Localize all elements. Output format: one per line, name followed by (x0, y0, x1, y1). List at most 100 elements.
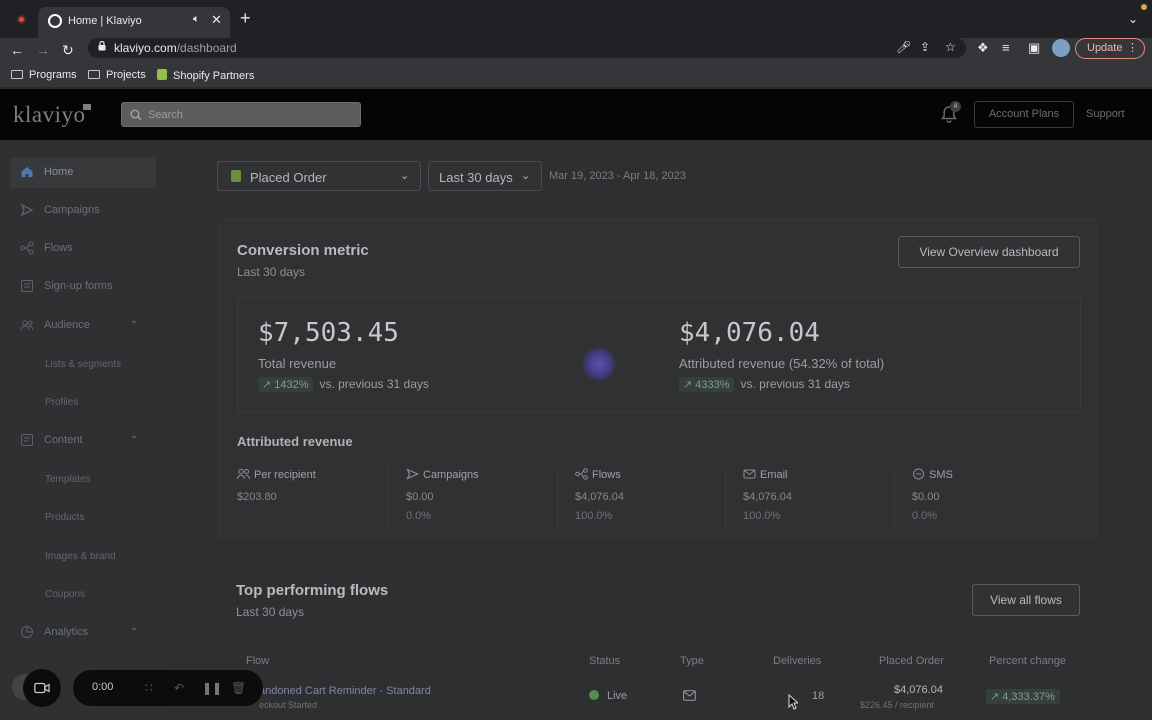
sidebar-item-templates[interactable]: Templates (45, 474, 91, 485)
metric-percent: 0.0% (912, 510, 938, 522)
metric-percent: 100.0% (743, 510, 781, 522)
sidebar-item-lists-segments[interactable]: Lists & segments (45, 359, 121, 370)
attributed-revenue-label: Attributed revenue (54.32% of total) (679, 356, 885, 371)
metric-per-recipient: Per recipient $203.80 (237, 468, 397, 538)
metric-label: Email (743, 468, 788, 481)
pause-icon[interactable]: ❚❚ (202, 681, 222, 695)
sidebar-item-analytics[interactable]: Analytics ⌃ (0, 618, 165, 648)
collapse-chevron-icon[interactable]: ⌃ (130, 627, 138, 638)
revenue-summary: $7,503.45 Total revenue ↗ 1432% vs. previo… (237, 297, 1081, 413)
bookmark-programs[interactable]: Programs (11, 69, 77, 81)
share-icon[interactable]: ⇪ (920, 40, 930, 54)
sidebar-item-label: Analytics (44, 626, 89, 638)
sidebar-item-label: Campaigns (44, 204, 100, 216)
total-revenue-delta: ↗ 1432% vs. previous 31 days (258, 377, 429, 392)
column-header-type[interactable]: Type (680, 655, 704, 667)
flow-status: Live (589, 690, 627, 702)
metric-label-text: Per recipient (254, 469, 316, 481)
recorder-camera-button[interactable] (23, 669, 61, 707)
main-content: Placed Order ⌄ Last 30 days ⌄ Mar 19, 20… (165, 140, 1152, 720)
metric-email: Email $4,076.04 100.0% (743, 468, 903, 538)
side-panel-icon[interactable]: ▣ (1028, 40, 1040, 56)
trend-up-icon: ↗ (990, 691, 1000, 703)
change-value: 4,333.37% (1002, 691, 1055, 703)
folder-icon (88, 70, 100, 79)
period-dropdown[interactable]: Last 30 days ⌄ (428, 161, 542, 191)
tab-search-chevron-icon[interactable]: ⌄ (1128, 12, 1138, 26)
search-input[interactable]: Search (121, 102, 361, 127)
url-host: klaviyo.com (114, 41, 177, 55)
back-arrow-icon[interactable]: ← (10, 40, 24, 60)
sidebar-item-label: Sign-up forms (44, 280, 113, 292)
bookmark-label: Programs (29, 69, 77, 81)
sidebar-item-products[interactable]: Products (45, 512, 84, 523)
microphone-icon[interactable]: 🎤︎ (896, 40, 911, 54)
bookmark-projects[interactable]: Projects (88, 69, 146, 81)
sidebar-item-signup-forms[interactable]: Sign-up forms (0, 272, 165, 302)
column-header-deliveries[interactable]: Deliveries (773, 655, 821, 667)
reload-icon[interactable]: ↻ (62, 40, 74, 60)
chevron-down-icon: ⌄ (521, 170, 531, 182)
new-tab-icon[interactable]: + (240, 9, 251, 27)
forward-arrow-icon[interactable]: → (36, 40, 50, 60)
grid-icon[interactable]: ∷ (145, 681, 153, 695)
recorder-controls: 0:00 ∷ ↶ ❚❚ 🗑︎ (73, 670, 263, 706)
divider (557, 468, 558, 530)
klaviyo-favicon-icon (48, 14, 62, 28)
column-header-placed-order[interactable]: Placed Order (879, 655, 944, 667)
sidebar-item-flows[interactable]: Flows (0, 234, 165, 264)
sidebar-item-label: Content (44, 434, 83, 446)
update-button[interactable]: Update ⋮ (1075, 38, 1145, 59)
close-tab-icon[interactable]: ✕ (211, 12, 222, 28)
metric-label: Flows (575, 468, 621, 481)
trash-icon[interactable]: 🗑︎ (231, 681, 246, 695)
sidebar-item-images-brand[interactable]: Images & brand (45, 551, 116, 562)
metric-label-text: Campaigns (423, 469, 479, 481)
support-link[interactable]: Support (1086, 108, 1125, 120)
sidebar-item-audience[interactable]: Audience ⌃ (0, 311, 165, 341)
flow-name-link[interactable]: andoned Cart Reminder - Standard (259, 685, 431, 697)
metric-label: Campaigns (406, 468, 479, 481)
column-header-flow[interactable]: Flow (246, 655, 269, 667)
browser-tab[interactable]: Home | Klaviyo 🔈︎ ✕ (38, 7, 230, 38)
browser-toolbar: ← → ↻ klaviyo.com/dashboard 🎤︎ ⇪ ☆ ❖ ≡ ▣… (0, 38, 1152, 62)
total-revenue-label: Total revenue (258, 356, 337, 371)
speaker-icon[interactable]: 🔈︎ (193, 13, 200, 26)
sidebar-item-campaigns[interactable]: Campaigns (0, 196, 165, 226)
account-plans-button[interactable]: Account Plans (974, 101, 1074, 128)
collapse-chevron-icon[interactable]: ⌃ (130, 435, 138, 446)
sidebar-item-content[interactable]: Content ⌃ (0, 426, 165, 456)
bookmark-shopify-partners[interactable]: Shopify Partners (157, 69, 254, 82)
metric-value: $0.00 (406, 491, 434, 503)
recording-timer: 0:00 (92, 681, 114, 693)
metric-flows: Flows $4,076.04 100.0% (575, 468, 735, 538)
undo-icon[interactable]: ↶ (174, 681, 184, 695)
flows-icon (575, 468, 588, 480)
video-camera-icon (34, 682, 50, 694)
address-bar[interactable]: klaviyo.com/dashboard 🎤︎ ⇪ ☆ (88, 38, 966, 58)
metric-dropdown[interactable]: Placed Order ⌄ (217, 161, 421, 191)
sidebar-item-profiles[interactable]: Profiles (45, 397, 78, 408)
reading-list-icon[interactable]: ≡ (1002, 40, 1010, 55)
column-header-status[interactable]: Status (589, 655, 620, 667)
view-overview-dashboard-button[interactable]: View Overview dashboard (898, 236, 1080, 268)
attributed-revenue-value: $4,076.04 (679, 318, 820, 348)
divider (725, 468, 726, 530)
sidebar-item-home[interactable]: Home (10, 158, 156, 188)
period-dropdown-value: Last 30 days (439, 170, 513, 185)
shopify-icon (231, 170, 241, 182)
view-all-flows-button[interactable]: View all flows (972, 584, 1080, 616)
comparison-text: vs. previous 31 days (740, 377, 850, 391)
bookmark-star-icon[interactable]: ☆ (945, 40, 956, 54)
flow-percent-change: ↗ 4,333.37% (986, 689, 1066, 704)
campaigns-send-icon (406, 468, 419, 480)
url-text: klaviyo.com/dashboard (114, 41, 237, 55)
profile-avatar[interactable] (1052, 39, 1070, 57)
column-header-percent-change[interactable]: Percent change (989, 655, 1066, 667)
collapse-chevron-icon[interactable]: ⌃ (130, 320, 138, 331)
metric-value: $203.80 (237, 491, 277, 503)
sidebar-item-coupons[interactable]: Coupons (45, 589, 85, 600)
extensions-puzzle-icon[interactable]: ❖ (977, 40, 989, 56)
mouse-cursor-icon (788, 694, 798, 710)
klaviyo-logo[interactable]: klaviyo (13, 102, 86, 128)
